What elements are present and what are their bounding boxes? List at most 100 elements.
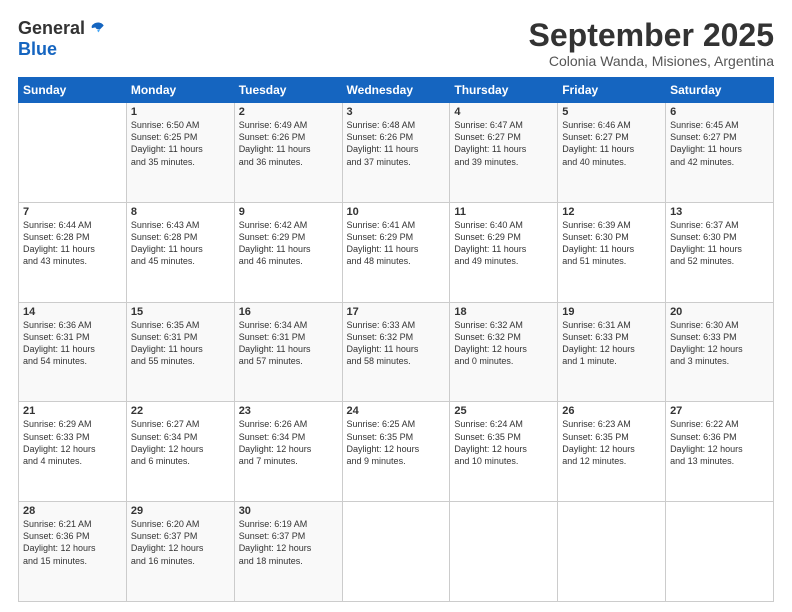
cell-sun-info: Sunrise: 6:37 AM Sunset: 6:30 PM Dayligh…: [670, 219, 769, 268]
day-number: 30: [239, 505, 338, 517]
calendar-cell: 21Sunrise: 6:29 AM Sunset: 6:33 PM Dayli…: [19, 402, 127, 502]
calendar-week-row: 7Sunrise: 6:44 AM Sunset: 6:28 PM Daylig…: [19, 202, 774, 302]
calendar-week-row: 1Sunrise: 6:50 AM Sunset: 6:25 PM Daylig…: [19, 103, 774, 203]
day-number: 4: [454, 106, 553, 118]
calendar-cell: 25Sunrise: 6:24 AM Sunset: 6:35 PM Dayli…: [450, 402, 558, 502]
day-number: 6: [670, 106, 769, 118]
day-number: 19: [562, 306, 661, 318]
calendar-cell: 5Sunrise: 6:46 AM Sunset: 6:27 PM Daylig…: [558, 103, 666, 203]
day-number: 7: [23, 206, 122, 218]
day-number: 9: [239, 206, 338, 218]
calendar-cell: 19Sunrise: 6:31 AM Sunset: 6:33 PM Dayli…: [558, 302, 666, 402]
col-wednesday: Wednesday: [342, 78, 450, 103]
calendar-cell: [666, 502, 774, 602]
calendar-cell: 9Sunrise: 6:42 AM Sunset: 6:29 PM Daylig…: [234, 202, 342, 302]
calendar-cell: 8Sunrise: 6:43 AM Sunset: 6:28 PM Daylig…: [126, 202, 234, 302]
day-number: 25: [454, 405, 553, 417]
cell-sun-info: Sunrise: 6:48 AM Sunset: 6:26 PM Dayligh…: [347, 119, 446, 168]
day-number: 5: [562, 106, 661, 118]
day-number: 22: [131, 405, 230, 417]
day-number: 12: [562, 206, 661, 218]
calendar-cell: 11Sunrise: 6:40 AM Sunset: 6:29 PM Dayli…: [450, 202, 558, 302]
header: General Blue September 2025 Colonia Wand…: [18, 18, 774, 69]
month-title: September 2025: [529, 18, 774, 53]
cell-sun-info: Sunrise: 6:36 AM Sunset: 6:31 PM Dayligh…: [23, 319, 122, 368]
calendar-week-row: 14Sunrise: 6:36 AM Sunset: 6:31 PM Dayli…: [19, 302, 774, 402]
calendar-cell: 16Sunrise: 6:34 AM Sunset: 6:31 PM Dayli…: [234, 302, 342, 402]
cell-sun-info: Sunrise: 6:29 AM Sunset: 6:33 PM Dayligh…: [23, 418, 122, 467]
cell-sun-info: Sunrise: 6:20 AM Sunset: 6:37 PM Dayligh…: [131, 518, 230, 567]
cell-sun-info: Sunrise: 6:33 AM Sunset: 6:32 PM Dayligh…: [347, 319, 446, 368]
day-number: 23: [239, 405, 338, 417]
calendar-cell: 4Sunrise: 6:47 AM Sunset: 6:27 PM Daylig…: [450, 103, 558, 203]
calendar-table: Sunday Monday Tuesday Wednesday Thursday…: [18, 77, 774, 602]
calendar-cell: 3Sunrise: 6:48 AM Sunset: 6:26 PM Daylig…: [342, 103, 450, 203]
calendar-cell: 17Sunrise: 6:33 AM Sunset: 6:32 PM Dayli…: [342, 302, 450, 402]
calendar-cell: [558, 502, 666, 602]
day-number: 17: [347, 306, 446, 318]
cell-sun-info: Sunrise: 6:44 AM Sunset: 6:28 PM Dayligh…: [23, 219, 122, 268]
calendar-cell: 24Sunrise: 6:25 AM Sunset: 6:35 PM Dayli…: [342, 402, 450, 502]
logo: General Blue: [18, 18, 107, 60]
col-thursday: Thursday: [450, 78, 558, 103]
col-saturday: Saturday: [666, 78, 774, 103]
calendar-cell: 1Sunrise: 6:50 AM Sunset: 6:25 PM Daylig…: [126, 103, 234, 203]
calendar-week-row: 28Sunrise: 6:21 AM Sunset: 6:36 PM Dayli…: [19, 502, 774, 602]
day-number: 15: [131, 306, 230, 318]
logo-bird-icon: [87, 19, 107, 39]
cell-sun-info: Sunrise: 6:45 AM Sunset: 6:27 PM Dayligh…: [670, 119, 769, 168]
cell-sun-info: Sunrise: 6:23 AM Sunset: 6:35 PM Dayligh…: [562, 418, 661, 467]
day-number: 8: [131, 206, 230, 218]
calendar-cell: 12Sunrise: 6:39 AM Sunset: 6:30 PM Dayli…: [558, 202, 666, 302]
calendar-cell: 13Sunrise: 6:37 AM Sunset: 6:30 PM Dayli…: [666, 202, 774, 302]
col-tuesday: Tuesday: [234, 78, 342, 103]
calendar-cell: 27Sunrise: 6:22 AM Sunset: 6:36 PM Dayli…: [666, 402, 774, 502]
calendar-cell: [450, 502, 558, 602]
day-number: 13: [670, 206, 769, 218]
cell-sun-info: Sunrise: 6:21 AM Sunset: 6:36 PM Dayligh…: [23, 518, 122, 567]
cell-sun-info: Sunrise: 6:35 AM Sunset: 6:31 PM Dayligh…: [131, 319, 230, 368]
page: General Blue September 2025 Colonia Wand…: [0, 0, 792, 612]
col-friday: Friday: [558, 78, 666, 103]
calendar-header-row: Sunday Monday Tuesday Wednesday Thursday…: [19, 78, 774, 103]
calendar-cell: 26Sunrise: 6:23 AM Sunset: 6:35 PM Dayli…: [558, 402, 666, 502]
calendar-cell: 22Sunrise: 6:27 AM Sunset: 6:34 PM Dayli…: [126, 402, 234, 502]
cell-sun-info: Sunrise: 6:26 AM Sunset: 6:34 PM Dayligh…: [239, 418, 338, 467]
calendar-cell: 7Sunrise: 6:44 AM Sunset: 6:28 PM Daylig…: [19, 202, 127, 302]
day-number: 2: [239, 106, 338, 118]
day-number: 21: [23, 405, 122, 417]
cell-sun-info: Sunrise: 6:50 AM Sunset: 6:25 PM Dayligh…: [131, 119, 230, 168]
cell-sun-info: Sunrise: 6:22 AM Sunset: 6:36 PM Dayligh…: [670, 418, 769, 467]
cell-sun-info: Sunrise: 6:49 AM Sunset: 6:26 PM Dayligh…: [239, 119, 338, 168]
day-number: 29: [131, 505, 230, 517]
day-number: 28: [23, 505, 122, 517]
day-number: 27: [670, 405, 769, 417]
calendar-cell: 23Sunrise: 6:26 AM Sunset: 6:34 PM Dayli…: [234, 402, 342, 502]
logo-blue-text: Blue: [18, 39, 57, 60]
day-number: 3: [347, 106, 446, 118]
day-number: 20: [670, 306, 769, 318]
calendar-cell: 6Sunrise: 6:45 AM Sunset: 6:27 PM Daylig…: [666, 103, 774, 203]
cell-sun-info: Sunrise: 6:43 AM Sunset: 6:28 PM Dayligh…: [131, 219, 230, 268]
calendar-cell: 2Sunrise: 6:49 AM Sunset: 6:26 PM Daylig…: [234, 103, 342, 203]
calendar-cell: 30Sunrise: 6:19 AM Sunset: 6:37 PM Dayli…: [234, 502, 342, 602]
calendar-cell: 28Sunrise: 6:21 AM Sunset: 6:36 PM Dayli…: [19, 502, 127, 602]
day-number: 10: [347, 206, 446, 218]
calendar-cell: [19, 103, 127, 203]
title-block: September 2025 Colonia Wanda, Misiones, …: [529, 18, 774, 69]
day-number: 14: [23, 306, 122, 318]
day-number: 26: [562, 405, 661, 417]
calendar-cell: 20Sunrise: 6:30 AM Sunset: 6:33 PM Dayli…: [666, 302, 774, 402]
col-monday: Monday: [126, 78, 234, 103]
cell-sun-info: Sunrise: 6:34 AM Sunset: 6:31 PM Dayligh…: [239, 319, 338, 368]
calendar-cell: 14Sunrise: 6:36 AM Sunset: 6:31 PM Dayli…: [19, 302, 127, 402]
cell-sun-info: Sunrise: 6:47 AM Sunset: 6:27 PM Dayligh…: [454, 119, 553, 168]
cell-sun-info: Sunrise: 6:31 AM Sunset: 6:33 PM Dayligh…: [562, 319, 661, 368]
calendar-cell: 10Sunrise: 6:41 AM Sunset: 6:29 PM Dayli…: [342, 202, 450, 302]
day-number: 16: [239, 306, 338, 318]
cell-sun-info: Sunrise: 6:30 AM Sunset: 6:33 PM Dayligh…: [670, 319, 769, 368]
location-subtitle: Colonia Wanda, Misiones, Argentina: [529, 53, 774, 69]
cell-sun-info: Sunrise: 6:39 AM Sunset: 6:30 PM Dayligh…: [562, 219, 661, 268]
calendar-cell: 18Sunrise: 6:32 AM Sunset: 6:32 PM Dayli…: [450, 302, 558, 402]
cell-sun-info: Sunrise: 6:24 AM Sunset: 6:35 PM Dayligh…: [454, 418, 553, 467]
